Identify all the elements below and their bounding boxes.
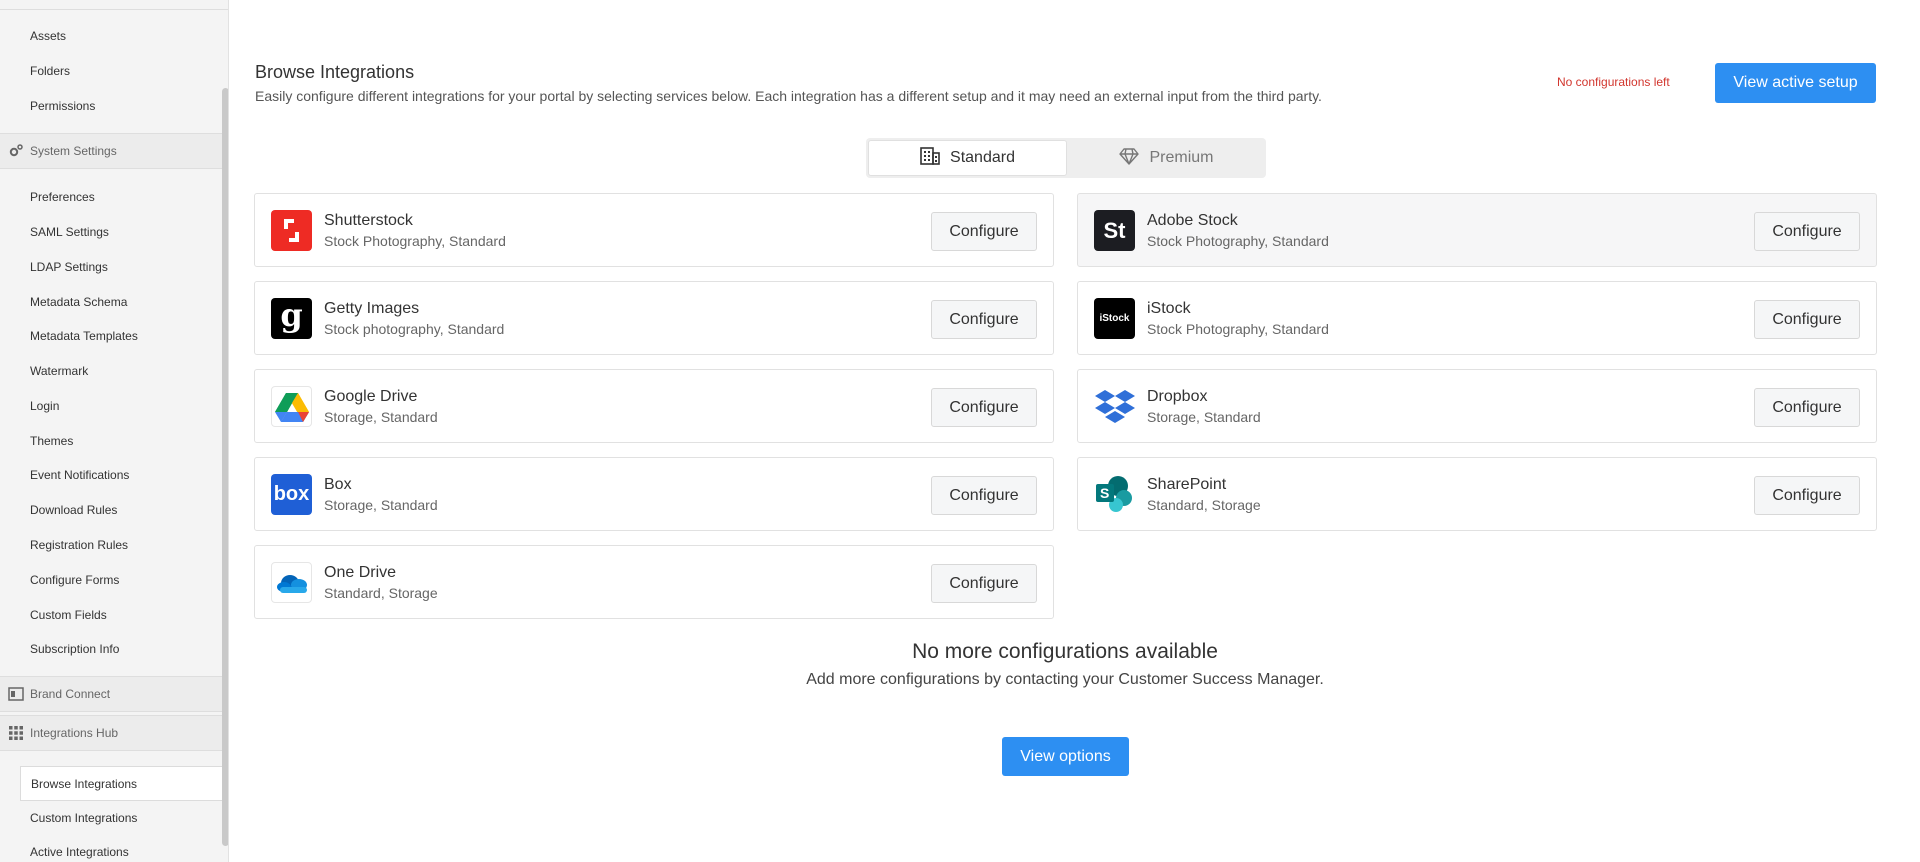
- sidebar-item-assets[interactable]: Assets: [30, 29, 66, 43]
- sidebar-section-label: Brand Connect: [30, 687, 111, 701]
- integration-card-istock: iStock iStock Stock Photography, Standar…: [1077, 281, 1877, 355]
- integration-tags: Storage, Standard: [324, 497, 438, 513]
- sidebar-section-label: System Settings: [30, 144, 117, 158]
- view-active-setup-button[interactable]: View active setup: [1715, 63, 1876, 103]
- integration-name: Google Drive: [324, 388, 418, 405]
- tab-standard[interactable]: Standard: [868, 140, 1067, 176]
- integration-tags: Stock photography, Standard: [324, 321, 505, 337]
- sidebar-section-brand-connect[interactable]: Brand Connect: [0, 676, 228, 712]
- istock-logo: iStock: [1094, 298, 1135, 339]
- integration-tags: Storage, Standard: [1147, 409, 1261, 425]
- sidebar-item-metadata-schema[interactable]: Metadata Schema: [30, 295, 127, 309]
- tab-premium[interactable]: Premium: [1069, 140, 1264, 176]
- integration-card-google-drive: Google Drive Storage, Standard Configure: [254, 369, 1054, 443]
- sidebar-item-custom-integrations[interactable]: Custom Integrations: [30, 811, 137, 825]
- sidebar-item-metadata-templates[interactable]: Metadata Templates: [30, 329, 138, 343]
- tab-label: Premium: [1149, 149, 1214, 166]
- sidebar-item-download-rules[interactable]: Download Rules: [30, 503, 117, 517]
- configure-button[interactable]: Configure: [931, 564, 1037, 603]
- sidebar-item-configure-forms[interactable]: Configure Forms: [30, 573, 119, 587]
- sidebar-item-saml-settings[interactable]: SAML Settings: [30, 225, 109, 239]
- integration-name: Getty Images: [324, 300, 420, 317]
- empty-state-description: Add more configurations by contacting yo…: [806, 671, 1324, 688]
- dropbox-logo: [1094, 386, 1135, 427]
- configure-button[interactable]: Configure: [1754, 212, 1860, 251]
- sidebar-section-system-settings[interactable]: System Settings: [0, 133, 228, 169]
- shutterstock-logo: [271, 210, 312, 251]
- configure-button[interactable]: Configure: [1754, 388, 1860, 427]
- sidebar-item-label: Browse Integrations: [31, 777, 138, 791]
- integration-card-sharepoint: S SharePoint Standard, Storage Configure: [1077, 457, 1877, 531]
- sidebar-item-login[interactable]: Login: [30, 399, 59, 413]
- integration-card-shutterstock: Shutterstock Stock Photography, Standard…: [254, 193, 1054, 267]
- configure-button[interactable]: Configure: [931, 300, 1037, 339]
- integration-card-box: box Box Storage, Standard Configure: [254, 457, 1054, 531]
- configure-button[interactable]: Configure: [931, 476, 1037, 515]
- page-title: Browse Integrations: [255, 62, 415, 82]
- integration-name: One Drive: [324, 564, 397, 581]
- window-icon: [8, 686, 24, 702]
- sidebar-section-integrations-hub[interactable]: Integrations Hub: [0, 715, 228, 751]
- sidebar-item-themes[interactable]: Themes: [30, 434, 73, 448]
- integration-card-getty-images: g Getty Images Stock photography, Standa…: [254, 281, 1054, 355]
- integration-tags: Standard, Storage: [1147, 497, 1261, 513]
- sidebar-section-label: Integrations Hub: [30, 726, 119, 740]
- divider: [0, 9, 228, 10]
- integration-card-dropbox: Dropbox Storage, Standard Configure: [1077, 369, 1877, 443]
- diamond-icon: [1119, 147, 1140, 170]
- building-icon: [920, 146, 940, 170]
- page-description: Easily configure different integrations …: [255, 88, 1322, 104]
- integration-card-one-drive: One Drive Standard, Storage Configure: [254, 545, 1054, 619]
- google-drive-logo: [271, 386, 312, 427]
- configure-button[interactable]: Configure: [931, 212, 1037, 251]
- configure-button[interactable]: Configure: [1754, 476, 1860, 515]
- integration-name: SharePoint: [1147, 476, 1227, 493]
- getty-images-logo: g: [271, 298, 312, 339]
- sidebar-item-browse-integrations[interactable]: Browse Integrations: [20, 766, 226, 801]
- integration-name: Dropbox: [1147, 388, 1208, 405]
- configure-button[interactable]: Configure: [1754, 300, 1860, 339]
- onedrive-logo: [271, 562, 312, 603]
- sidebar-item-event-notifications[interactable]: Event Notifications: [30, 468, 129, 482]
- configure-button[interactable]: Configure: [931, 388, 1037, 427]
- sidebar-scrollbar[interactable]: [222, 88, 228, 846]
- sidebar: Assets Folders Permissions System Settin…: [0, 0, 229, 862]
- integration-name: Shutterstock: [324, 212, 413, 229]
- sidebar-item-permissions[interactable]: Permissions: [30, 99, 95, 113]
- sidebar-item-ldap-settings[interactable]: LDAP Settings: [30, 260, 108, 274]
- integration-tags: Stock Photography, Standard: [324, 233, 506, 249]
- sidebar-item-preferences[interactable]: Preferences: [30, 190, 95, 204]
- sidebar-item-registration-rules[interactable]: Registration Rules: [30, 538, 128, 552]
- integration-tags: Stock Photography, Standard: [1147, 233, 1329, 249]
- view-options-button[interactable]: View options: [1002, 737, 1129, 776]
- integration-name: iStock: [1147, 300, 1191, 317]
- sharepoint-logo: S: [1094, 474, 1135, 515]
- integration-name: Adobe Stock: [1147, 212, 1238, 229]
- sidebar-item-subscription-info[interactable]: Subscription Info: [30, 642, 119, 656]
- tab-group: Standard Premium: [866, 138, 1266, 178]
- integration-tags: Storage, Standard: [324, 409, 438, 425]
- adobe-stock-logo: St: [1094, 210, 1135, 251]
- box-logo: box: [271, 474, 312, 515]
- integration-name: Box: [324, 476, 352, 493]
- sidebar-item-custom-fields[interactable]: Custom Fields: [30, 608, 107, 622]
- integration-card-adobe-stock: St Adobe Stock Stock Photography, Standa…: [1077, 193, 1877, 267]
- gears-icon: [8, 143, 24, 159]
- integration-tags: Stock Photography, Standard: [1147, 321, 1329, 337]
- main-content: Browse Integrations Easily configure dif…: [230, 0, 1920, 862]
- sidebar-item-active-integrations[interactable]: Active Integrations: [30, 845, 129, 859]
- sidebar-item-watermark[interactable]: Watermark: [30, 364, 88, 378]
- status-text: No configurations left: [1557, 75, 1670, 89]
- sidebar-item-folders[interactable]: Folders: [30, 64, 70, 78]
- tab-label: Standard: [950, 149, 1015, 166]
- empty-state-title: No more configurations available: [912, 640, 1218, 663]
- grid-icon: [8, 725, 24, 741]
- integration-tags: Standard, Storage: [324, 585, 438, 601]
